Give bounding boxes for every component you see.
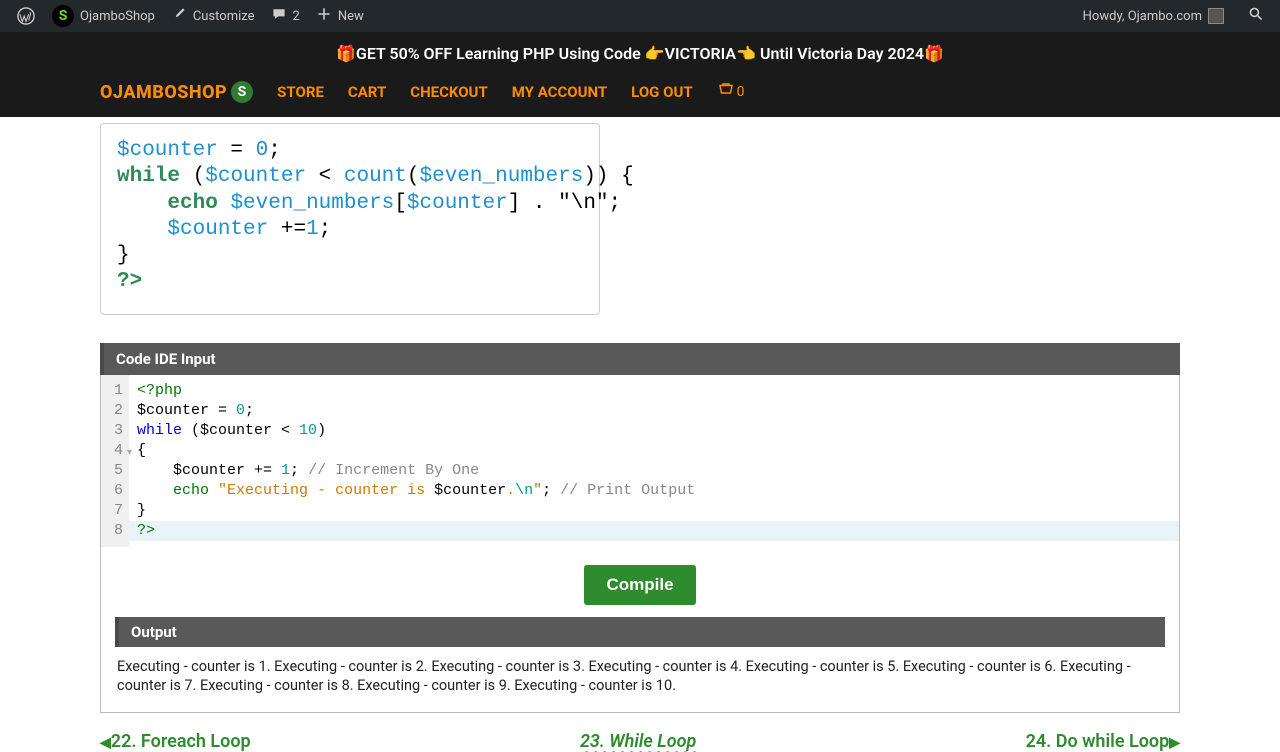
wp-admin-bar: S OjamboShop Customize 2 New Howdy, Ojam… xyxy=(0,0,1280,32)
brush-icon xyxy=(171,6,187,26)
line-number: 8 xyxy=(111,521,123,541)
plus-icon xyxy=(316,6,332,26)
comment-icon xyxy=(271,6,287,26)
site-badge-icon: S xyxy=(52,5,74,27)
ide-panel: 1 2 3 4▾ 5 6 7 8 <?php $counter = 0; whi… xyxy=(100,375,1180,713)
gift-icon: 🎁 xyxy=(924,44,944,63)
gift-icon: 🎁 xyxy=(336,44,356,63)
pointer-left-icon: 👈 xyxy=(736,44,756,63)
code-line-current: ?> xyxy=(129,521,1179,541)
admin-howdy-text: Howdy, Ojambo.com xyxy=(1083,9,1202,24)
wordpress-icon xyxy=(16,6,36,26)
brand-badge-icon: S xyxy=(231,81,253,103)
nav-cart[interactable]: CART xyxy=(348,83,386,101)
admin-search[interactable] xyxy=(1240,0,1272,32)
pager-next[interactable]: 24. Do while Loop▶ xyxy=(1026,731,1180,752)
pager-current: 23. While Loop xyxy=(580,731,696,752)
admin-comments-link[interactable]: 2 xyxy=(263,0,308,32)
code-line: $counter = 0; xyxy=(117,138,583,164)
promo-text-a: GET 50% OFF Learning PHP Using Code xyxy=(356,44,645,63)
editor-body[interactable]: <?php $counter = 0; while ($counter < 10… xyxy=(129,375,1179,547)
output-body: Executing - counter is 1. Executing - co… xyxy=(101,647,1179,710)
admin-customize-link[interactable]: Customize xyxy=(163,0,263,32)
editor-gutter: 1 2 3 4▾ 5 6 7 8 xyxy=(101,375,129,547)
output-header: Output xyxy=(115,617,1165,647)
admin-site-link[interactable]: S OjamboShop xyxy=(44,0,163,32)
promo-banner: 🎁GET 50% OFF Learning PHP Using Code 👉VI… xyxy=(0,32,1280,75)
nav-cart-widget[interactable]: 0 xyxy=(717,81,745,103)
brand-link[interactable]: OJAMBOSHOP S xyxy=(100,81,253,103)
cart-icon xyxy=(717,81,735,103)
admin-new-label: New xyxy=(338,9,364,24)
admin-site-name: OjamboShop xyxy=(80,9,155,24)
triangle-left-icon: ◀ xyxy=(100,735,111,751)
pointer-right-icon: 👉 xyxy=(645,44,665,63)
admin-comments-count: 2 xyxy=(293,9,300,24)
line-number: 6 xyxy=(111,481,123,501)
triangle-right-icon: ▶ xyxy=(1169,735,1180,751)
code-line: while ($counter < 10) xyxy=(137,421,1171,441)
ide-input-header: Code IDE Input xyxy=(100,343,1180,375)
line-number: 4▾ xyxy=(111,441,123,461)
code-line: } xyxy=(137,501,1171,521)
line-number: 3 xyxy=(111,421,123,441)
code-line: echo $even_numbers[$counter] . "\n"; xyxy=(117,191,583,217)
compile-button[interactable]: Compile xyxy=(584,565,695,605)
line-number: 1 xyxy=(111,381,123,401)
nav-logout[interactable]: LOG OUT xyxy=(631,83,692,101)
line-number: 7 xyxy=(111,501,123,521)
brand-text: OJAMBOSHOP xyxy=(100,82,227,103)
nav-my-account[interactable]: MY ACCOUNT xyxy=(512,83,607,101)
wp-logo[interactable] xyxy=(8,0,44,32)
lesson-pager: ◀22. Foreach Loop 23. While Loop 24. Do … xyxy=(100,713,1180,752)
main-nav: OJAMBOSHOP S STORE CART CHECKOUT MY ACCO… xyxy=(0,75,1280,117)
search-icon xyxy=(1248,6,1264,26)
code-line: <?php xyxy=(137,381,1171,401)
line-number: 2 xyxy=(111,401,123,421)
line-number: 5 xyxy=(111,461,123,481)
admin-new-link[interactable]: New xyxy=(308,0,372,32)
code-line: { xyxy=(137,441,1171,461)
code-line: $counter += 1; // Increment By One xyxy=(137,461,1171,481)
admin-howdy[interactable]: Howdy, Ojambo.com xyxy=(1075,0,1232,32)
admin-customize-label: Customize xyxy=(193,9,255,24)
code-line: $counter = 0; xyxy=(137,401,1171,421)
avatar-icon xyxy=(1208,8,1224,24)
chevron-down-icon[interactable]: ▾ xyxy=(127,444,132,464)
code-line: while ($counter < count($even_numbers)) … xyxy=(117,164,583,190)
code-line: ?> xyxy=(117,269,583,295)
code-line: } xyxy=(117,243,583,269)
cart-count: 0 xyxy=(737,84,745,100)
promo-code: VICTORIA xyxy=(665,44,736,63)
code-line: $counter +=1; xyxy=(117,217,583,243)
code-line: echo "Executing - counter is $counter.\n… xyxy=(137,481,1171,501)
code-editor[interactable]: 1 2 3 4▾ 5 6 7 8 <?php $counter = 0; whi… xyxy=(101,375,1179,547)
promo-text-b: Until Victoria Day 2024 xyxy=(756,44,924,63)
nav-checkout[interactable]: CHECKOUT xyxy=(410,83,488,101)
example-code-block: $counter = 0; while ($counter < count($e… xyxy=(100,123,600,315)
pager-prev[interactable]: ◀22. Foreach Loop xyxy=(100,731,251,752)
nav-store[interactable]: STORE xyxy=(277,83,324,101)
